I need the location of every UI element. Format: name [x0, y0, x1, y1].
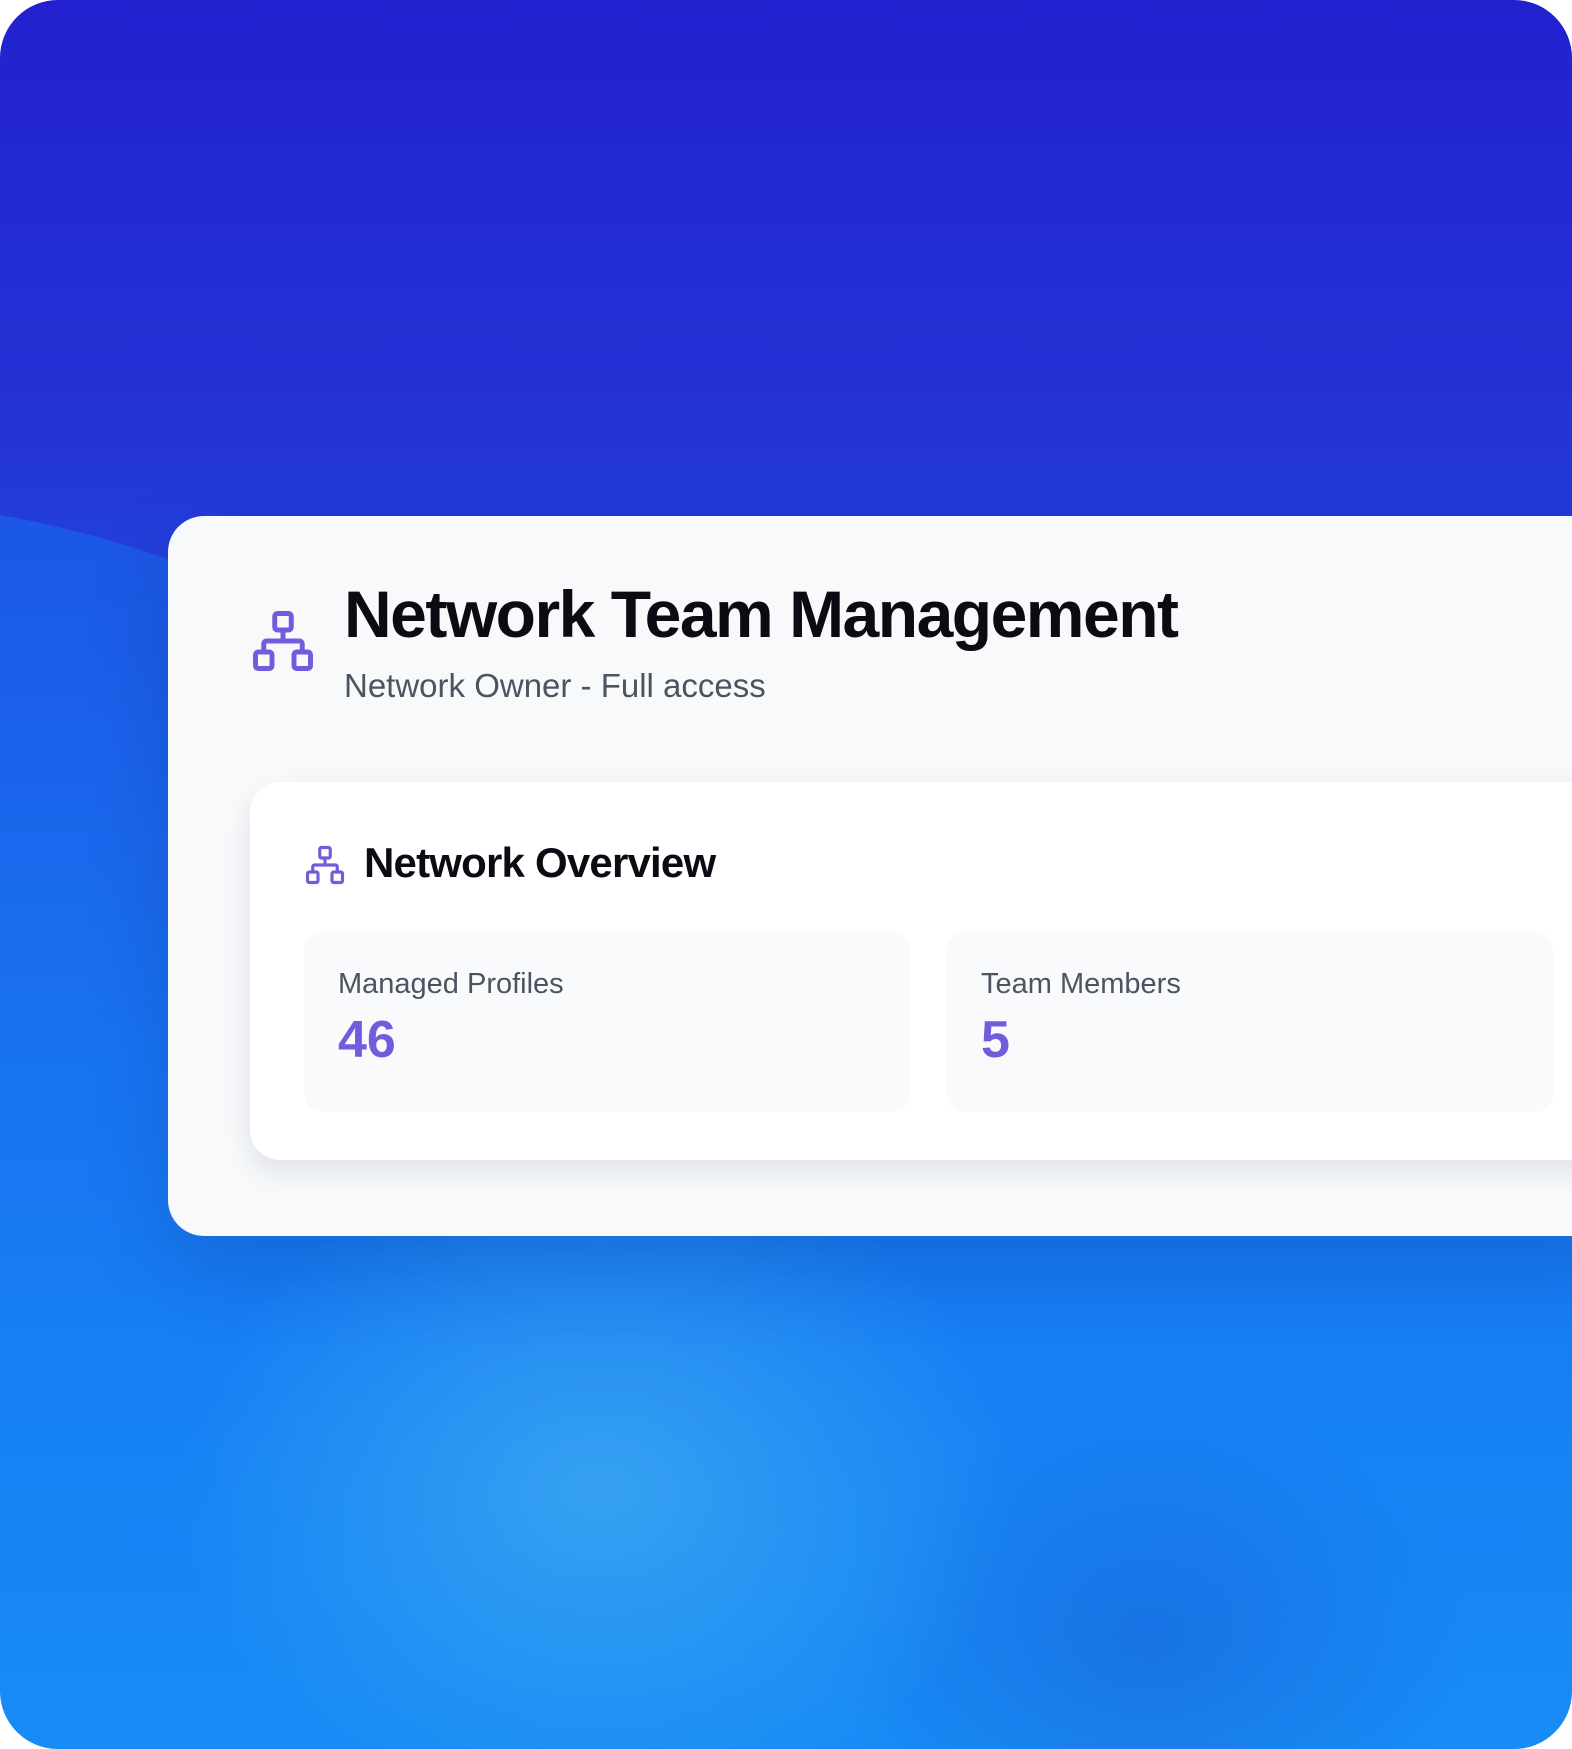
stat-card-managed-profiles: Managed Profiles 46: [304, 932, 910, 1112]
network-overview-panel: Network Overview Managed Profiles 46 Tea…: [250, 782, 1572, 1160]
network-hierarchy-icon: [253, 611, 313, 671]
stat-value: 46: [338, 1011, 396, 1069]
team-management-card: Network Team Management Network Owner - …: [168, 516, 1572, 1236]
page-title: Network Team Management: [344, 577, 1179, 651]
stat-value: 5: [981, 1011, 1010, 1069]
app-window: Network Team Management Network Owner - …: [0, 0, 1572, 1749]
page-subtitle: Network Owner - Full access: [344, 667, 766, 704]
network-hierarchy-icon: [305, 845, 345, 885]
section-title: Network Overview: [364, 839, 716, 886]
stat-label: Managed Profiles: [338, 968, 564, 1000]
stat-label: Team Members: [981, 968, 1181, 1000]
stat-card-team-members: Team Members 5: [947, 932, 1553, 1112]
